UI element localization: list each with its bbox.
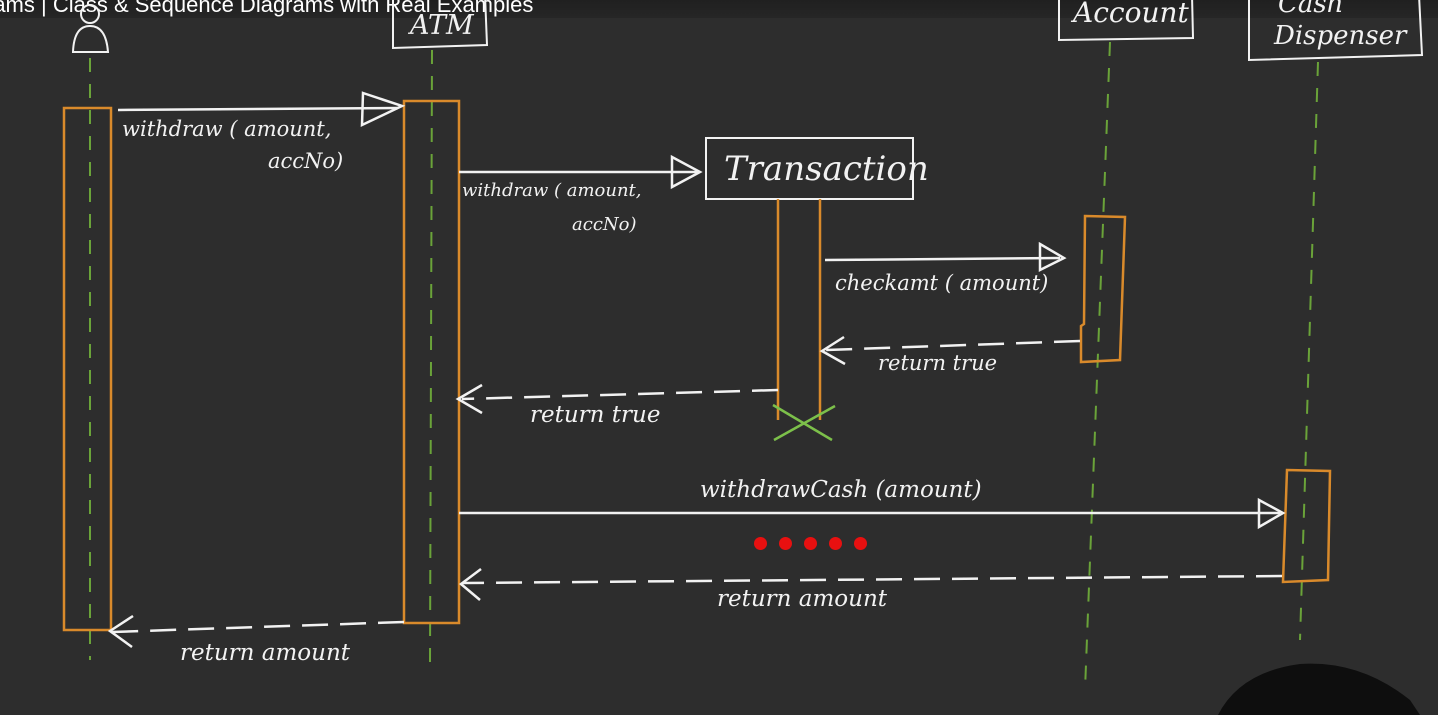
activation-cash-dispenser (1281, 468, 1332, 584)
message-2-label-line1: withdraw ( amount, (462, 180, 642, 201)
loading-dot (854, 537, 867, 550)
activation-atm (402, 99, 461, 625)
activation-user (62, 106, 113, 632)
message-8-return-arrow (111, 620, 405, 634)
account-label: Account (1070, 0, 1190, 29)
loading-dot (804, 537, 817, 550)
loading-dots (754, 537, 867, 550)
message-1-arrow (117, 106, 399, 112)
message-5-return-arrow (461, 388, 779, 401)
destroy-x-icon (772, 403, 836, 442)
message-7-return-arrow (462, 574, 1283, 585)
message-3-label: checkamt ( amount) (835, 271, 1048, 295)
message-6-label: withdrawCash (amount) (700, 477, 982, 503)
lifeline-cash-dispenser (1299, 61, 1319, 641)
lifeline-account (1084, 41, 1111, 691)
message-8-label: return amount (180, 640, 351, 666)
actor-icon (71, 4, 110, 53)
loading-dot (829, 537, 842, 550)
message-4-return-arrow (825, 339, 1081, 352)
activation-account (1079, 214, 1127, 364)
message-7-arrowhead-icon (458, 568, 482, 601)
activation-transaction (776, 199, 822, 420)
transaction-label: Transaction (724, 149, 929, 189)
lifeline-atm (429, 49, 433, 663)
loading-dot (754, 537, 767, 550)
message-7-label: return amount (717, 586, 888, 612)
loading-dot (779, 537, 792, 550)
atm-label: ATM (407, 10, 475, 41)
message-1-label-line1: withdraw ( amount, (122, 117, 331, 141)
message-4-label: return true (878, 351, 997, 375)
sequence-diagram: ATM Account Cash Dispenser Transaction w… (62, 0, 1424, 715)
dispenser-label: Dispenser (1273, 21, 1408, 51)
message-5-label: return true (530, 402, 660, 428)
message-1-label-line2: accNo) (268, 149, 343, 173)
cash-label: Cash (1278, 0, 1343, 19)
message-3-arrow (824, 256, 1061, 262)
message-2-label-line2: accNo) (572, 214, 637, 235)
presenter-silhouette (1218, 663, 1420, 715)
